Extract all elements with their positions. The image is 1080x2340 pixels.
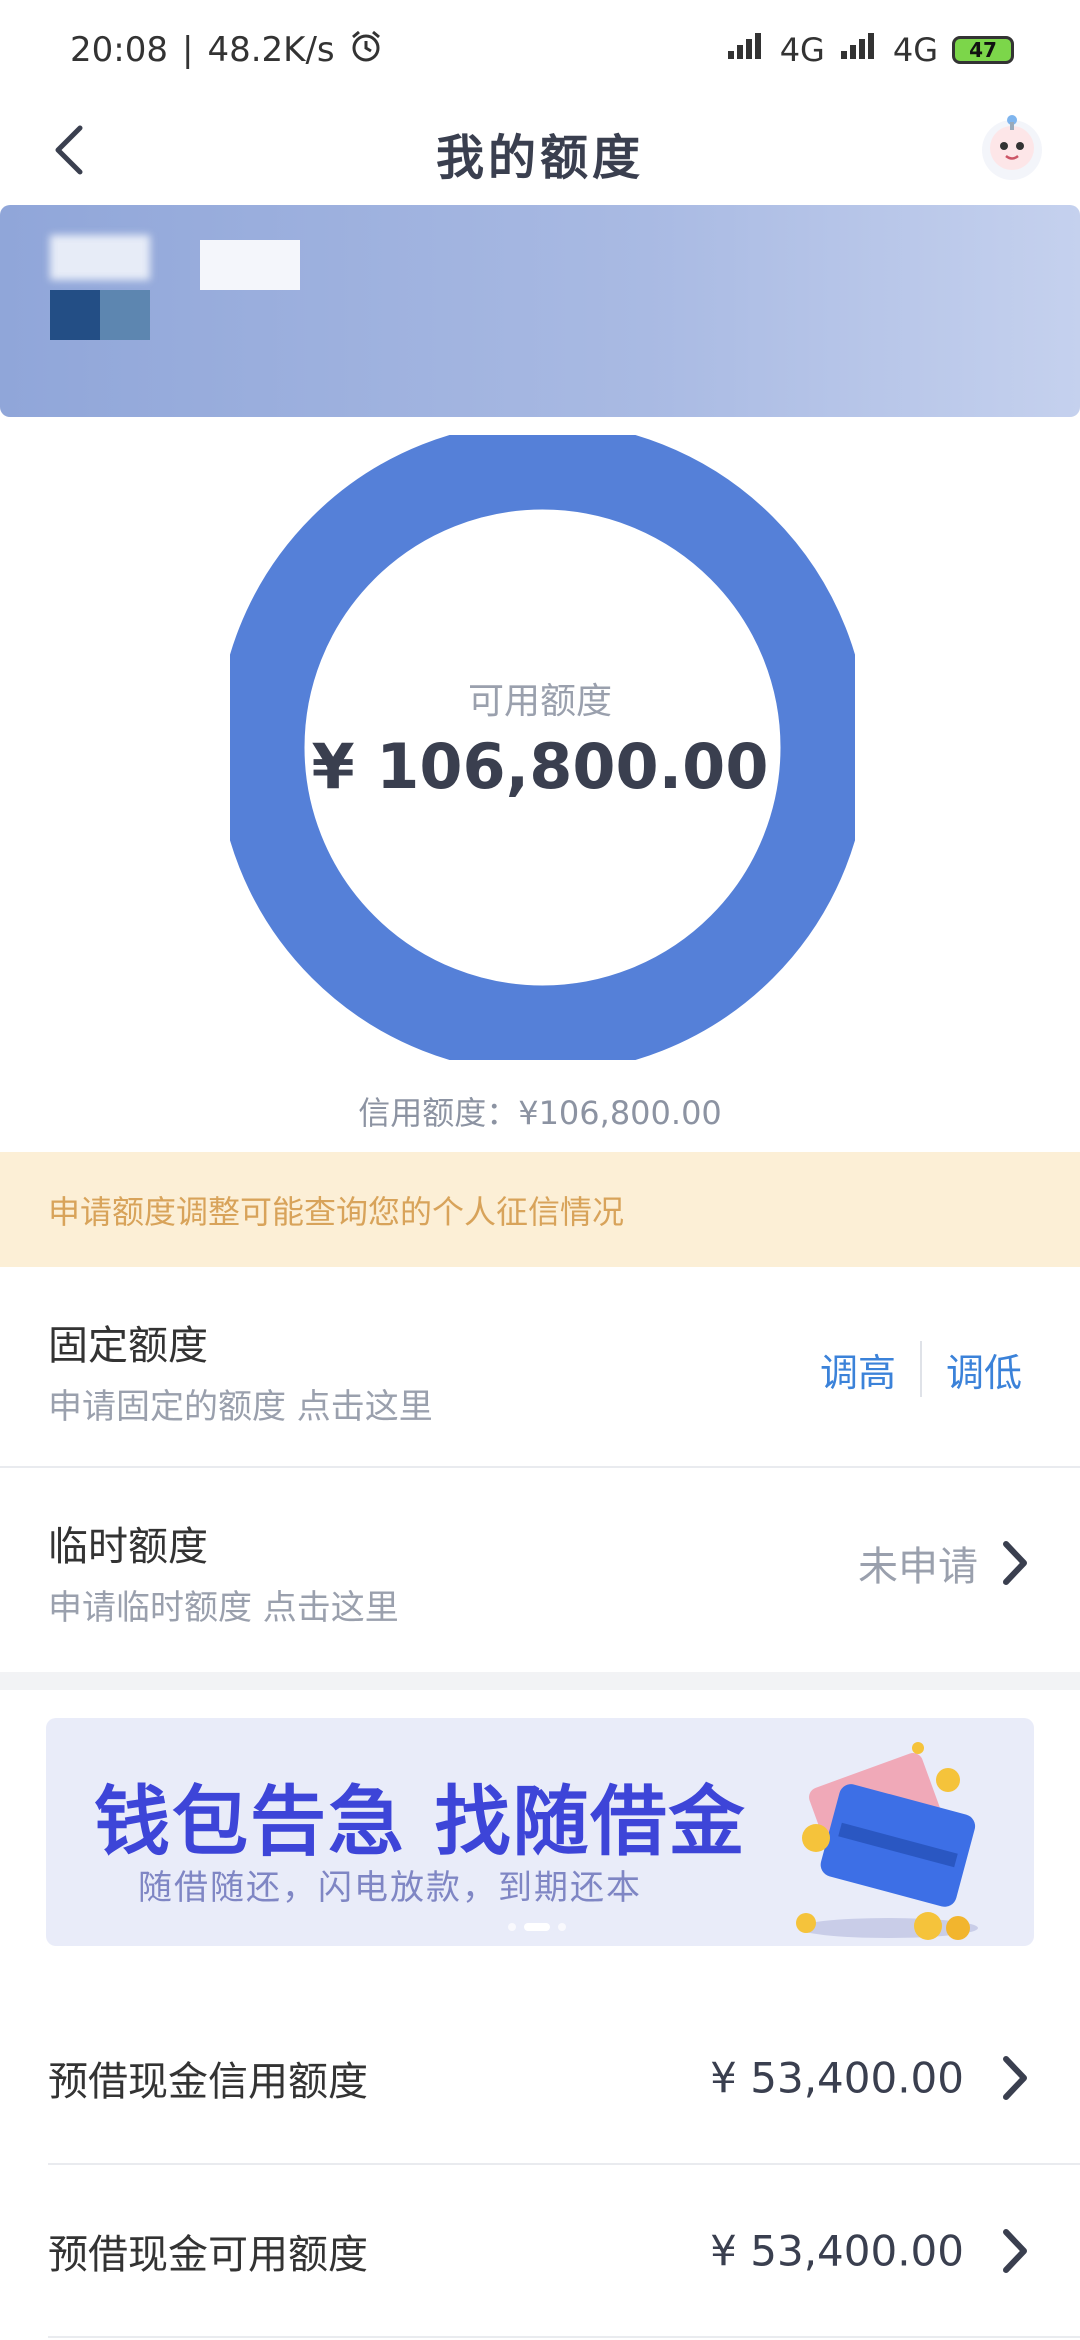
cash-advance-credit-value: ¥ 53,400.00 [710,2053,964,2103]
network-type-2: 4G [892,31,938,69]
battery-icon: 47 [952,36,1014,64]
card-banner [0,205,1080,417]
back-button[interactable] [40,120,100,180]
card-logo-masked [50,290,100,340]
carousel-dot-active[interactable] [524,1923,550,1931]
chevron-right-icon [1003,2229,1027,2273]
cash-advance-credit-label: 预借现金信用额度 [48,2059,368,2105]
status-right: 4G 4G 47 [726,31,1014,69]
page-title: 我的额度 [435,129,644,186]
status-speed: 48.2K/s [207,30,335,70]
cash-advance-available-label: 预借现金可用额度 [48,2232,368,2278]
battery-level: 47 [969,38,997,62]
fixed-limit-row: 固定额度 申请固定的额度 点击这里 调高 调低 [0,1267,1080,1467]
status-bar: 20:08 | 48.2K/s 4G 4G 47 [0,0,1080,100]
available-label: 可用额度 [467,681,612,722]
credit-inquiry-notice: 申请额度调整可能查询您的个人征信情况 [0,1152,1080,1267]
chevron-left-icon [55,125,83,175]
masked-info [200,240,300,290]
cash-advance-credit-row[interactable]: 预借现金信用额度 ¥ 53,400.00 [0,1992,1080,2164]
lower-limit-button[interactable]: 调低 [946,1342,1022,1397]
nav-bar: 我的额度 [0,100,1080,205]
fixed-limit-actions: 调高 调低 [820,1341,1022,1397]
credit-limit-text: 信用额度：¥106,800.00 [358,1094,722,1132]
notice-text: 申请额度调整可能查询您的个人征信情况 [48,1192,625,1231]
chevron-right-icon [1003,2056,1027,2100]
carousel-dot[interactable] [558,1923,566,1931]
temp-limit-subtitle: 申请临时额度 点击这里 [48,1588,399,1628]
signal-icon [839,31,879,69]
alarm-icon [349,29,383,72]
promo-subtitle: 随借随还，闪电放款，到期还本 [138,1868,642,1908]
masked-info [50,235,150,280]
card-logo-masked [100,290,150,340]
cash-advance-available-value: ¥ 53,400.00 [710,2226,964,2276]
carousel-dots [508,1923,566,1931]
assistant-avatar[interactable] [972,108,1052,188]
chevron-right-icon [1003,1541,1027,1585]
wallet-card-coins-icon [796,1742,978,1940]
temp-limit-status: 未申请 [858,1534,1032,1592]
fixed-limit-subtitle: 申请固定的额度 点击这里 [48,1387,433,1427]
action-divider [919,1341,922,1397]
temp-limit-title: 临时额度 [48,1524,208,1570]
section-gap [0,1672,1080,1690]
network-type-1: 4G [779,31,825,69]
fixed-limit-title: 固定额度 [48,1323,208,1369]
robot-mascot-icon [982,115,1042,180]
signal-icon [726,31,766,69]
cash-advance-available-row[interactable]: 预借现金可用额度 ¥ 53,400.00 [0,2165,1080,2337]
carousel-dot[interactable] [508,1923,516,1931]
raise-limit-button[interactable]: 调高 [820,1342,896,1397]
promo-title: 钱包告急 找随借金 [94,1777,747,1866]
temp-limit-row[interactable]: 临时额度 申请临时额度 点击这里 未申请 [0,1468,1080,1670]
available-amount: ¥ 106,800.00 [311,730,769,803]
status-separator: | [181,30,194,70]
status-time: 20:08 [70,30,168,70]
divider [48,2336,1080,2338]
promo-banner[interactable]: 钱包告急 找随借金 随借随还，闪电放款，到期还本 [46,1718,1034,1946]
status-left: 20:08 | 48.2K/s [70,29,383,72]
temp-limit-status-text: 未申请 [858,1544,978,1590]
